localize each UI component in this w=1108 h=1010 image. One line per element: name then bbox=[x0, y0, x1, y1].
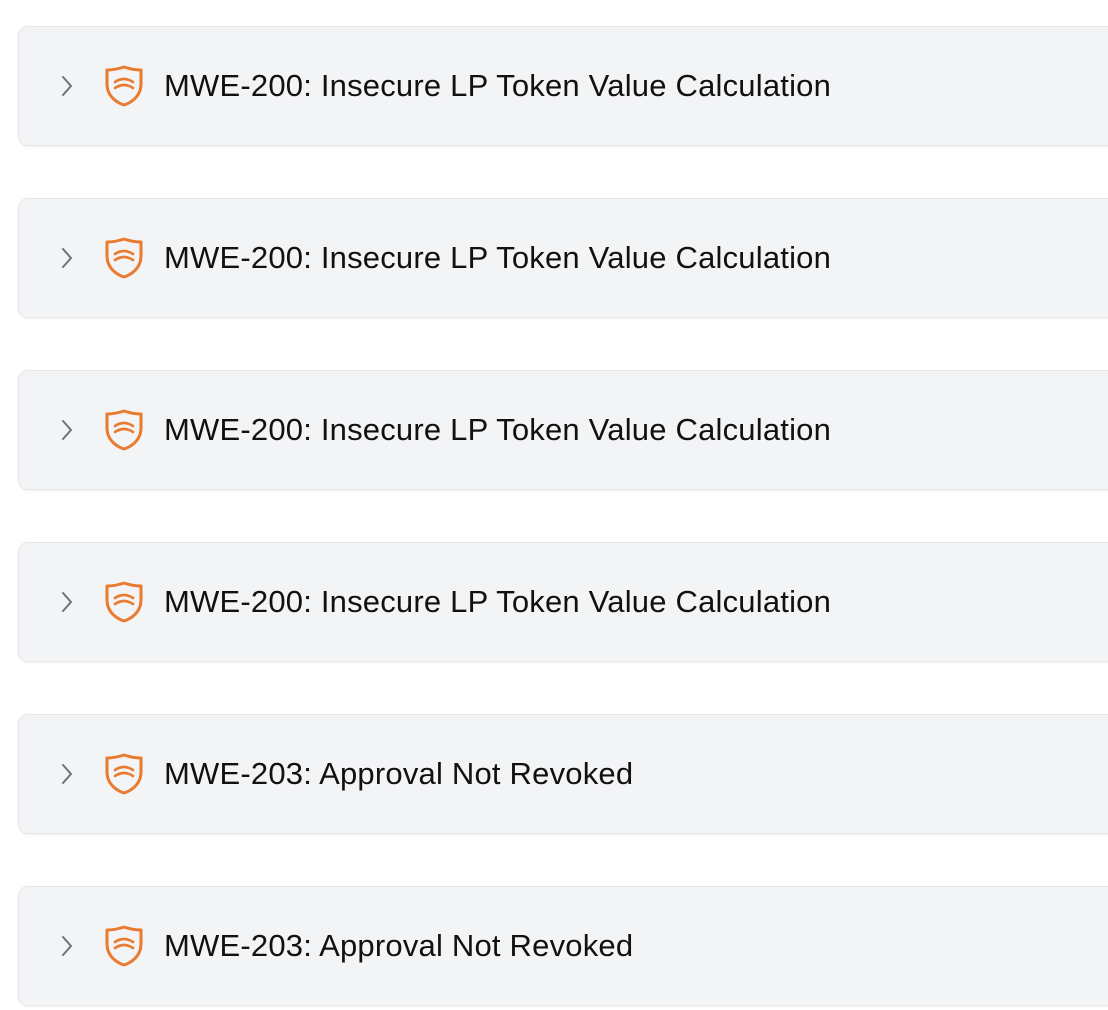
shield-icon bbox=[103, 752, 145, 796]
shield-icon bbox=[103, 924, 145, 968]
finding-row[interactable]: MWE-200: Insecure LP Token Value Calcula… bbox=[18, 370, 1108, 490]
shield-icon bbox=[103, 408, 145, 452]
shield-icon bbox=[103, 236, 145, 280]
finding-row[interactable]: MWE-203: Approval Not Revoked bbox=[18, 886, 1108, 1006]
finding-title: MWE-200: Insecure LP Token Value Calcula… bbox=[164, 584, 832, 619]
shield-icon bbox=[103, 64, 145, 108]
finding-title: MWE-200: Insecure LP Token Value Calcula… bbox=[164, 240, 832, 275]
finding-row[interactable]: MWE-203: Approval Not Revoked bbox=[18, 714, 1108, 834]
finding-title: MWE-203: Approval Not Revoked bbox=[164, 756, 634, 791]
finding-row[interactable]: MWE-200: Insecure LP Token Value Calcula… bbox=[18, 26, 1108, 146]
chevron-right-icon[interactable] bbox=[59, 418, 75, 442]
finding-title: MWE-200: Insecure LP Token Value Calcula… bbox=[164, 412, 832, 447]
finding-title: MWE-203: Approval Not Revoked bbox=[164, 928, 634, 963]
chevron-right-icon[interactable] bbox=[59, 74, 75, 98]
chevron-right-icon[interactable] bbox=[59, 934, 75, 958]
chevron-right-icon[interactable] bbox=[59, 590, 75, 614]
chevron-right-icon[interactable] bbox=[59, 762, 75, 786]
finding-row[interactable]: MWE-200: Insecure LP Token Value Calcula… bbox=[18, 542, 1108, 662]
shield-icon bbox=[103, 580, 145, 624]
chevron-right-icon[interactable] bbox=[59, 246, 75, 270]
finding-row[interactable]: MWE-200: Insecure LP Token Value Calcula… bbox=[18, 198, 1108, 318]
finding-title: MWE-200: Insecure LP Token Value Calcula… bbox=[164, 68, 832, 103]
findings-list: MWE-200: Insecure LP Token Value Calcula… bbox=[0, 0, 1108, 1010]
